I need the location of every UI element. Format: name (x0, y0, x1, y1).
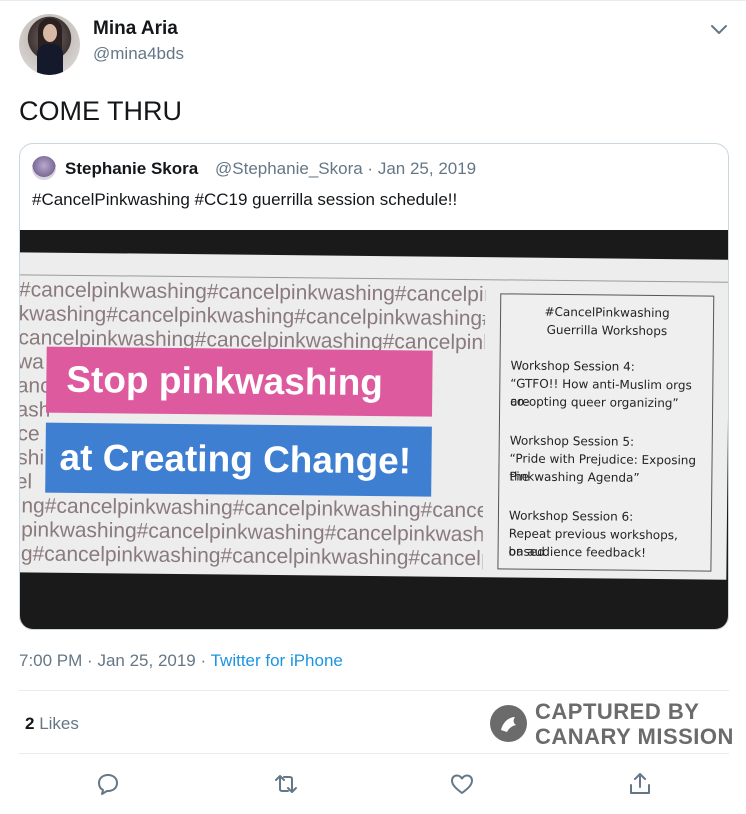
hashtag-line: ing#cancelpinkwashing#cancelpinkwashing#… (20, 542, 486, 571)
divider (19, 690, 729, 691)
meta-separator: · (87, 651, 93, 670)
author-avatar[interactable] (19, 14, 80, 75)
session-heading: Workshop Session 5: (509, 433, 635, 449)
session-heading: Workshop Session 6: (508, 508, 634, 524)
tweet-text: COME THRU (19, 96, 183, 126)
share-icon[interactable] (626, 770, 654, 798)
avatar-dress (37, 44, 63, 75)
tweet-time[interactable]: 7:00 PM (19, 651, 82, 670)
likes-number: 2 (25, 714, 35, 733)
quoted-author-handle[interactable]: @Stephanie_Skora (215, 159, 363, 178)
flyer-paper: g#cancelpinkwashing#cancelpinkwashing#ca… (20, 252, 728, 580)
tweet-source-link[interactable]: Twitter for iPhone (211, 651, 343, 670)
schedule-title-line1: #CancelPinkwashing (544, 304, 670, 321)
top-border (0, 0, 746, 1)
quoted-date[interactable]: Jan 25, 2019 (378, 159, 476, 178)
quoted-author-name[interactable]: Stephanie Skora (65, 159, 198, 179)
session-desc: Pinkwashing Agenda” (509, 469, 640, 485)
chevron-down-icon[interactable] (708, 20, 730, 38)
likes-count[interactable]: 2 Likes (25, 714, 79, 734)
watermark-text: CAPTURED BY CANARY MISSION (535, 699, 734, 749)
divider (19, 753, 729, 754)
avatar-face (43, 24, 57, 42)
session-desc: on audience feedback! (508, 544, 647, 560)
hashtag-line: ashi (20, 446, 45, 470)
tweet-timestamp: 7:00 PM · Jan 25, 2019 · Twitter for iPh… (19, 651, 343, 671)
heart-icon[interactable] (448, 770, 476, 798)
retweet-icon[interactable] (272, 770, 300, 798)
author-name[interactable]: Mina Aria (93, 18, 178, 40)
banner-bottom-text: at Creating Change! (59, 436, 412, 482)
canary-bird-icon (490, 705, 527, 742)
quoted-author-avatar[interactable] (32, 156, 56, 180)
session-desc: co-opting queer organizing” (510, 394, 679, 411)
meta-separator: · (200, 651, 207, 670)
reply-icon[interactable] (94, 770, 122, 798)
quoted-tweet[interactable]: Stephanie Skora @Stephanie_Skora · Jan 2… (19, 143, 729, 630)
schedule-title-line2: Guerrilla Workshops (546, 322, 668, 339)
banner-creating-change: at Creating Change! (45, 422, 432, 497)
hashtag-line: nce (20, 422, 40, 446)
quoted-meta: @Stephanie_Skora · Jan 25, 2019 (215, 159, 476, 179)
hashtag-line: cel (20, 470, 33, 494)
author-handle[interactable]: @mina4bds (93, 44, 184, 64)
session-heading: Workshop Session 4: (510, 358, 635, 374)
likes-label: Likes (39, 714, 79, 733)
hashtag-line: kwa (20, 350, 45, 374)
meta-separator: · (367, 159, 374, 178)
watermark-line1: CAPTURED BY (535, 699, 700, 724)
banner-stop-pinkwashing: Stop pinkwashing (46, 346, 433, 417)
banner-top-text: Stop pinkwashing (66, 358, 384, 404)
watermark-line2: CANARY MISSION (535, 724, 734, 749)
quoted-text: #CancelPinkwashing #CC19 guerrilla sessi… (32, 190, 458, 209)
tweet-date[interactable]: Jan 25, 2019 (97, 651, 195, 670)
workshop-schedule-box: #CancelPinkwashing Guerrilla Workshops W… (497, 293, 715, 572)
quoted-image[interactable]: g#cancelpinkwashing#cancelpinkwashing#ca… (20, 230, 728, 629)
